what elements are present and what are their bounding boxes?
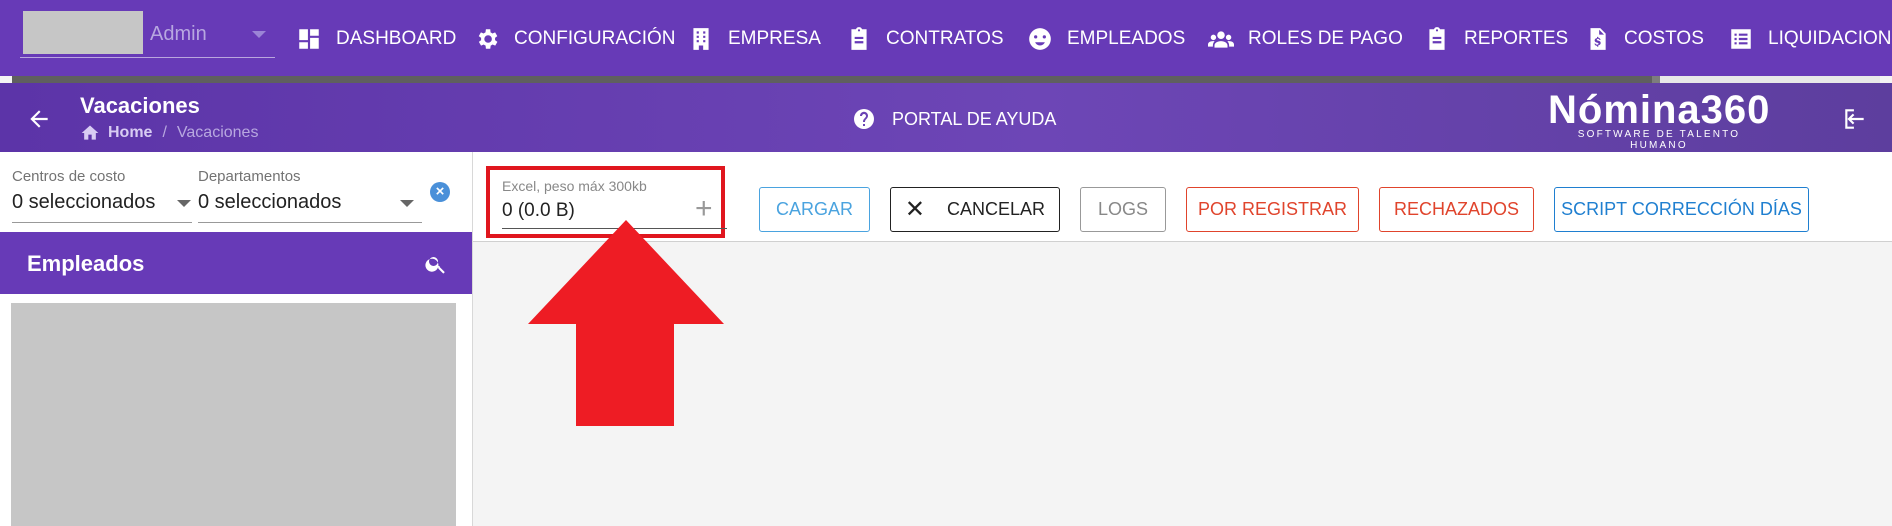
chevron-down-icon[interactable] bbox=[400, 200, 414, 207]
clear-filters-icon[interactable]: × bbox=[430, 182, 450, 202]
logs-button[interactable]: LOGS bbox=[1080, 187, 1166, 232]
logout-icon[interactable] bbox=[1842, 106, 1868, 132]
gear-icon bbox=[478, 29, 498, 49]
face-icon bbox=[1029, 28, 1051, 50]
script-correccion-dias-button[interactable]: SCRIPT CORRECCIÓN DÍAS bbox=[1554, 187, 1809, 232]
departamentos-value: 0 seleccionados bbox=[198, 191, 342, 213]
help-portal-link[interactable]: PORTAL DE AYUDA bbox=[852, 107, 1056, 131]
nav-roles-de-pago-label: ROLES DE PAGO bbox=[1248, 28, 1403, 49]
centros-value: 0 seleccionados bbox=[12, 191, 156, 213]
user-name: Admin bbox=[150, 23, 207, 45]
cancelar-button[interactable]: ✕ CANCELAR bbox=[890, 187, 1060, 232]
por-registrar-button[interactable]: POR REGISTRAR bbox=[1186, 187, 1359, 232]
nav-configuracion-label: CONFIGURACIÓN bbox=[514, 28, 676, 49]
nav-liquidaciones-label: LIQUIDACIONE bbox=[1768, 28, 1892, 49]
help-icon bbox=[854, 109, 874, 129]
building-icon bbox=[693, 28, 709, 50]
top-navigation: Admin DASHBOARD CONFIGURACIÓN EMPRESA CO… bbox=[0, 0, 1892, 76]
progress-remaining bbox=[1660, 76, 1880, 83]
group-icon bbox=[1208, 31, 1234, 48]
user-menu[interactable]: Admin bbox=[20, 10, 275, 58]
clipboard-icon bbox=[851, 27, 867, 50]
list-icon bbox=[1731, 29, 1751, 49]
nav-costos[interactable]: COSTOS bbox=[1584, 24, 1704, 54]
nav-reportes[interactable]: REPORTES bbox=[1424, 24, 1568, 54]
chevron-down-icon[interactable] bbox=[252, 31, 266, 38]
nav-liquidaciones[interactable]: LIQUIDACIONE bbox=[1728, 24, 1892, 54]
filters-panel: Centros de costo 0 seleccionados Departa… bbox=[0, 152, 472, 232]
clipboard-icon bbox=[1429, 27, 1445, 50]
nav-contratos[interactable]: CONTRATOS bbox=[846, 24, 1004, 54]
progress-fill bbox=[12, 76, 1652, 83]
departamentos-underline bbox=[198, 222, 422, 223]
nav-empresa-label: EMPRESA bbox=[728, 28, 821, 49]
nav-dashboard[interactable]: DASHBOARD bbox=[296, 24, 456, 54]
avatar bbox=[23, 11, 143, 54]
page-title: Vacaciones bbox=[80, 93, 200, 118]
chevron-down-icon[interactable] bbox=[177, 200, 191, 207]
nav-contratos-label: CONTRATOS bbox=[886, 28, 1004, 49]
cargar-button[interactable]: CARGAR bbox=[759, 187, 870, 232]
departamentos-select[interactable]: Departamentos 0 seleccionados bbox=[198, 168, 341, 214]
breadcrumb: Home / Vacaciones bbox=[80, 123, 258, 143]
centros-de-costo-select[interactable]: Centros de costo 0 seleccionados bbox=[12, 168, 155, 214]
file-input-label: Excel, peso máx 300kb bbox=[502, 178, 647, 194]
page-header: Vacaciones Home / Vacaciones PORTAL DE A… bbox=[0, 83, 1892, 152]
employees-header: Empleados bbox=[0, 232, 472, 294]
centros-label: Centros de costo bbox=[12, 168, 126, 185]
nav-dashboard-label: DASHBOARD bbox=[336, 28, 457, 49]
file-input-value: 0 (0.0 B) bbox=[502, 200, 575, 221]
logo-text: Nómina360 bbox=[1548, 88, 1771, 132]
employees-title: Empleados bbox=[27, 251, 145, 276]
breadcrumb-current: Vacaciones bbox=[176, 124, 259, 141]
logo-tagline: SOFTWARE DE TALENTO HUMANO bbox=[1577, 129, 1741, 151]
departamentos-label: Departamentos bbox=[198, 168, 301, 185]
back-arrow-icon[interactable] bbox=[26, 106, 52, 132]
rechazados-button[interactable]: RECHAZADOS bbox=[1379, 187, 1534, 232]
logo: Nómina360 SOFTWARE DE TALENTO HUMANO bbox=[1548, 89, 1770, 151]
search-icon[interactable] bbox=[424, 252, 448, 276]
close-icon: ✕ bbox=[904, 195, 926, 223]
nav-roles-de-pago[interactable]: ROLES DE PAGO bbox=[1208, 24, 1403, 54]
cancelar-label: CANCELAR bbox=[947, 199, 1046, 219]
employees-list-placeholder bbox=[11, 303, 456, 526]
breadcrumb-home[interactable]: Home bbox=[108, 124, 152, 142]
help-label: PORTAL DE AYUDA bbox=[892, 108, 1057, 129]
centros-underline bbox=[12, 222, 192, 223]
nav-costos-label: COSTOS bbox=[1624, 28, 1704, 49]
employees-list bbox=[0, 294, 472, 526]
nav-reportes-label: REPORTES bbox=[1464, 28, 1569, 49]
nav-empleados-label: EMPLEADOS bbox=[1067, 28, 1186, 49]
red-arrow-annotation bbox=[528, 220, 724, 426]
home-icon[interactable] bbox=[80, 123, 100, 143]
breadcrumb-separator: / bbox=[162, 124, 167, 141]
invoice-icon bbox=[1590, 28, 1606, 50]
dashboard-icon bbox=[299, 29, 319, 49]
nav-configuracion[interactable]: CONFIGURACIÓN bbox=[474, 24, 676, 54]
loading-progress-bar bbox=[12, 76, 1880, 83]
nav-empleados[interactable]: EMPLEADOS bbox=[1027, 24, 1185, 54]
nav-empresa[interactable]: EMPRESA bbox=[688, 24, 821, 54]
